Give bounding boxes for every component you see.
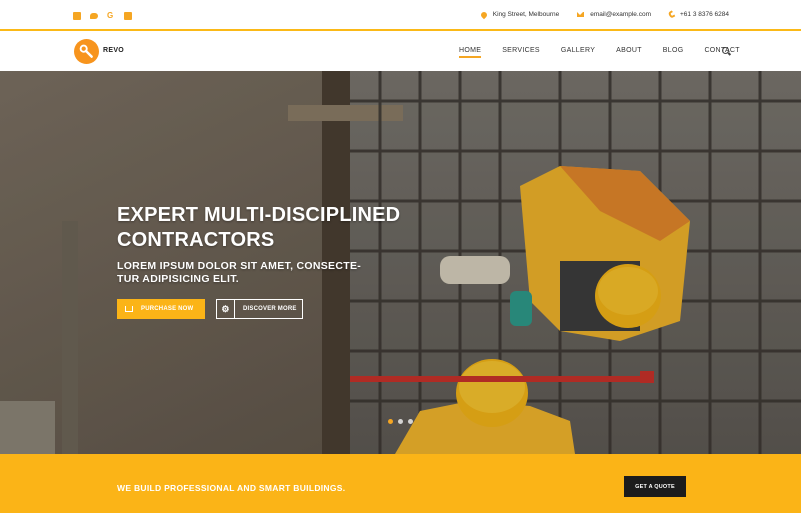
slider-dots bbox=[388, 419, 413, 424]
top-bar: G King Street, Melbourne email@example.c… bbox=[0, 0, 801, 31]
main-header: REVO HOME SERVICES GALLERY ABOUT BLOG CO… bbox=[0, 31, 801, 71]
facebook-icon[interactable] bbox=[73, 12, 81, 20]
nav-gallery[interactable]: GALLERY bbox=[561, 47, 595, 54]
address-text: King Street, Melbourne bbox=[492, 11, 560, 18]
discover-more-label: DISCOVER MORE bbox=[243, 306, 297, 312]
gear-icon: ⚙ bbox=[217, 300, 235, 318]
email-item[interactable]: email@example.com bbox=[577, 11, 651, 18]
search-icon[interactable] bbox=[722, 47, 729, 54]
location-pin-icon bbox=[479, 10, 488, 19]
get-a-quote-button[interactable]: GET A QUOTE bbox=[624, 476, 686, 497]
slider-dot-3[interactable] bbox=[408, 419, 413, 424]
wrench-icon bbox=[79, 44, 93, 58]
discover-more-button[interactable]: ⚙ DISCOVER MORE bbox=[216, 299, 303, 319]
cta-text: WE BUILD PROFESSIONAL AND SMART BUILDING… bbox=[117, 483, 346, 493]
page: G King Street, Melbourne email@example.c… bbox=[0, 0, 801, 513]
hero-slider: EXPERT MULTI-DISCIPLINED CONTRACTORS LOR… bbox=[0, 71, 801, 454]
phone-icon bbox=[667, 10, 676, 19]
linkedin-icon[interactable] bbox=[124, 12, 132, 20]
nav-about[interactable]: ABOUT bbox=[616, 47, 642, 54]
google-plus-icon[interactable]: G bbox=[107, 11, 115, 20]
email-text[interactable]: email@example.com bbox=[590, 11, 651, 18]
twitter-icon[interactable] bbox=[90, 12, 98, 20]
slider-dot-1[interactable] bbox=[388, 419, 393, 424]
nav-blog[interactable]: BLOG bbox=[663, 47, 684, 54]
cart-icon bbox=[125, 306, 133, 312]
brand-name[interactable]: REVO bbox=[103, 47, 124, 54]
slider-dot-2[interactable] bbox=[398, 419, 403, 424]
social-links: G bbox=[73, 11, 132, 20]
envelope-icon bbox=[577, 12, 585, 17]
phone-text[interactable]: +61 3 8376 6284 bbox=[680, 11, 729, 18]
phone-item[interactable]: +61 3 8376 6284 bbox=[667, 10, 729, 19]
hero-subtitle: LOREM IPSUM DOLOR SIT AMET, CONSECTE-TUR… bbox=[117, 260, 362, 285]
contact-info: King Street, Melbourne email@example.com… bbox=[463, 10, 729, 19]
main-nav: HOME SERVICES GALLERY ABOUT BLOG CONTACT bbox=[459, 47, 761, 58]
hero-title: EXPERT MULTI-DISCIPLINED CONTRACTORS bbox=[117, 204, 401, 251]
nav-services[interactable]: SERVICES bbox=[502, 47, 540, 54]
logo-icon[interactable] bbox=[74, 39, 99, 64]
cta-banner: WE BUILD PROFESSIONAL AND SMART BUILDING… bbox=[0, 454, 801, 513]
purchase-now-label: PURCHASE NOW bbox=[141, 306, 194, 312]
nav-home[interactable]: HOME bbox=[459, 47, 482, 58]
purchase-now-button[interactable]: PURCHASE NOW bbox=[117, 299, 205, 319]
address-item: King Street, Melbourne bbox=[479, 10, 560, 19]
